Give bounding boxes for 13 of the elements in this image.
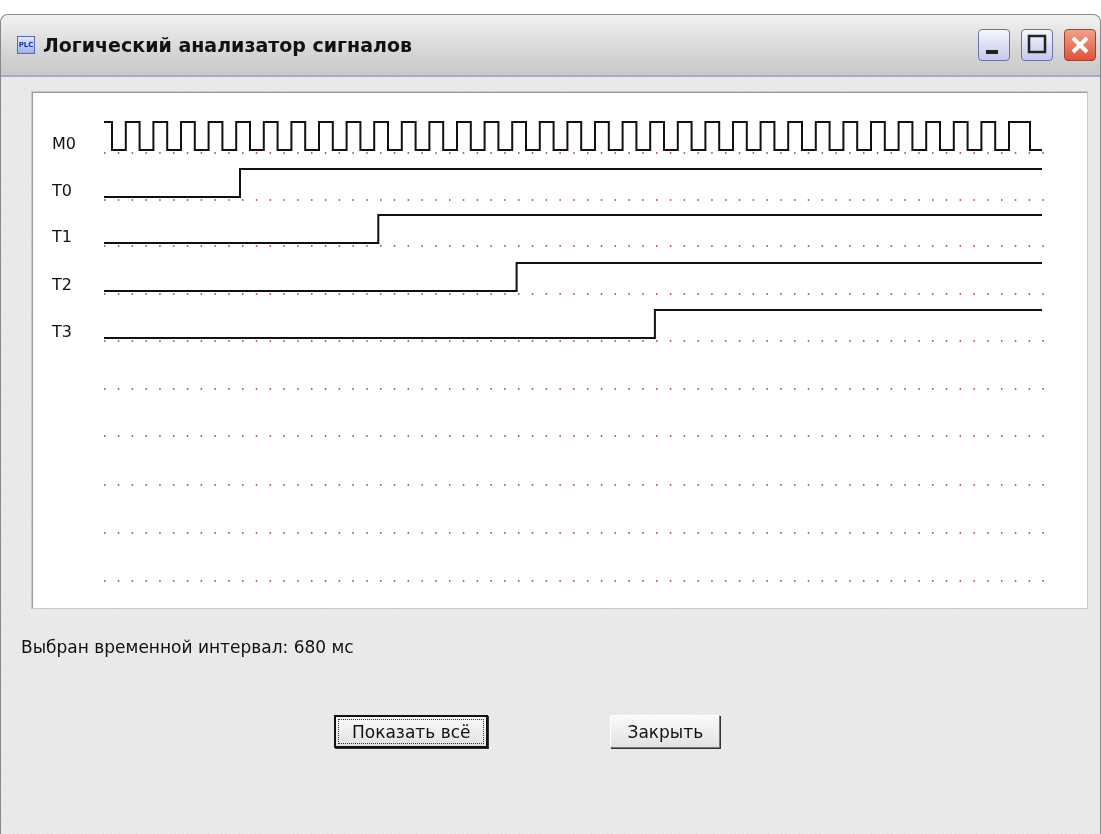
minimize-icon xyxy=(986,50,998,54)
window-title: Логический анализатор сигналов xyxy=(43,34,413,56)
dialog-button[interactable]: Показать всё xyxy=(334,715,489,748)
close-button[interactable] xyxy=(1064,29,1096,61)
maximize-button[interactable] xyxy=(1021,29,1053,61)
signal-label: T2 xyxy=(52,275,72,294)
dialog-button[interactable]: Закрыть xyxy=(610,715,721,748)
signal-label: M0 xyxy=(52,134,76,153)
signal-label: T1 xyxy=(52,227,72,246)
status-text: Выбран временной интервал: 680 мс xyxy=(21,637,354,657)
minimize-button[interactable] xyxy=(978,29,1010,61)
signal-label: T0 xyxy=(52,181,72,200)
signal-label: T3 xyxy=(52,322,72,341)
